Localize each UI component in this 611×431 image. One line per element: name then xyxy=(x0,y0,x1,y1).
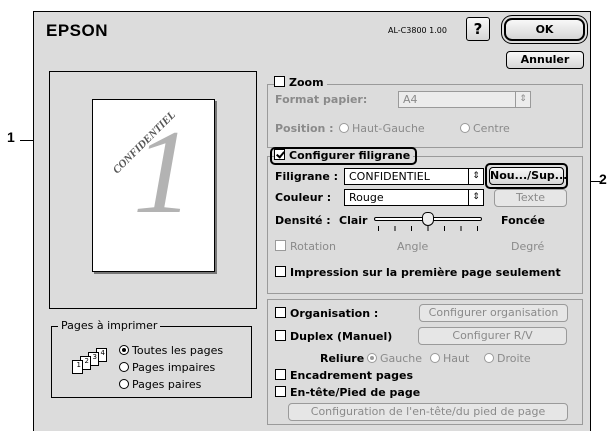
header-footer-checkbox-box xyxy=(275,386,286,397)
radio-top-left[interactable]: Haut-Gauche xyxy=(339,122,425,135)
border-pages-checkbox[interactable]: Encadrement pages xyxy=(275,369,413,382)
radio-binding-right[interactable]: Droite xyxy=(484,352,531,365)
first-page-only-checkbox[interactable]: Impression sur la première page seulemen… xyxy=(275,266,561,279)
reliure-label: Reliure xyxy=(320,352,365,365)
radio-all-pages[interactable]: Toutes les pages xyxy=(119,344,223,357)
densite-max-label: Foncée xyxy=(501,214,545,227)
slider-ticks xyxy=(378,226,478,231)
callout-2-highlight xyxy=(485,163,568,189)
callout-1-label: 1 xyxy=(7,129,15,145)
callout-1-highlight xyxy=(270,147,417,165)
header-footer-checkbox[interactable]: En-tête/Pied de page xyxy=(275,386,420,399)
callout-2-label: 2 xyxy=(599,171,607,187)
duplex-checkbox-box xyxy=(275,330,286,341)
densite-slider[interactable] xyxy=(374,210,482,232)
pages-group-title: Pages à imprimer xyxy=(58,319,161,332)
slider-thumb xyxy=(422,212,434,226)
filigrane-label: Filigrane : xyxy=(275,170,339,183)
first-page-only-checkbox-box xyxy=(275,266,286,277)
help-button[interactable]: ? xyxy=(466,17,490,41)
densite-label: Densité : xyxy=(275,214,331,227)
degre-label: Degré xyxy=(511,240,545,253)
format-label: Format papier: xyxy=(275,93,368,106)
radio-binding-left-icon xyxy=(367,353,377,363)
updown-arrow-icon: ⇕ xyxy=(515,92,530,107)
angle-label: Angle xyxy=(397,240,429,253)
organisation-checkbox[interactable]: Organisation : xyxy=(275,307,378,320)
radio-binding-left[interactable]: Gauche xyxy=(367,352,422,365)
pages-stack-icon: 4 3 2 1 xyxy=(72,348,114,376)
brand-logo: EPSON xyxy=(46,21,109,40)
configure-header-footer-button[interactable]: Configuration de l'en-tête/du pied de pa… xyxy=(288,403,568,421)
zoom-checkbox[interactable]: Zoom xyxy=(274,76,327,89)
radio-binding-top[interactable]: Haut xyxy=(430,352,469,365)
radio-all-pages-icon xyxy=(119,345,129,355)
densite-min-label: Clair xyxy=(339,214,368,227)
format-select[interactable]: A4 ⇕ xyxy=(398,91,531,108)
model-version: AL-C3800 1.00 xyxy=(388,26,447,35)
radio-center-icon xyxy=(460,123,470,133)
updown-arrow-icon: ⇕ xyxy=(468,169,483,184)
couleur-label: Couleur : xyxy=(275,191,332,204)
radio-top-left-icon xyxy=(339,123,349,133)
radio-center[interactable]: Centre xyxy=(460,122,510,135)
rotation-checkbox[interactable]: Rotation xyxy=(275,240,336,253)
couleur-select[interactable]: Rouge ⇕ xyxy=(344,189,484,206)
organisation-checkbox-box xyxy=(275,307,286,318)
rotation-checkbox-box xyxy=(275,240,286,251)
configure-organisation-button[interactable]: Configurer organisation xyxy=(419,304,568,322)
configure-duplex-button[interactable]: Configurer R/V xyxy=(418,327,567,345)
watermark-dialog: EPSON AL-C3800 1.00 ? OK Annuler 1 CONFI… xyxy=(33,11,591,431)
preview-page: 1 CONFIDENTIEL xyxy=(92,99,215,272)
cancel-button[interactable]: Annuler xyxy=(506,51,584,69)
preview-frame: 1 CONFIDENTIEL xyxy=(49,71,257,309)
filigrane-select[interactable]: CONFIDENTIEL ⇕ xyxy=(344,168,484,185)
border-pages-checkbox-box xyxy=(275,369,286,380)
duplex-checkbox[interactable]: Duplex (Manuel) xyxy=(275,330,392,343)
radio-binding-right-icon xyxy=(484,353,494,363)
radio-even-pages-icon xyxy=(119,379,129,389)
zoom-checkbox-box xyxy=(274,76,285,87)
radio-odd-pages-icon xyxy=(119,362,129,372)
radio-binding-top-icon xyxy=(430,353,440,363)
radio-even-pages[interactable]: Pages paires xyxy=(119,378,201,391)
position-label: Position : xyxy=(275,122,334,135)
texte-button[interactable]: Texte xyxy=(494,189,567,207)
updown-arrow-icon: ⇕ xyxy=(468,190,483,205)
ok-button[interactable]: OK xyxy=(504,18,585,41)
radio-odd-pages[interactable]: Pages impaires xyxy=(119,361,215,374)
help-icon: ? xyxy=(473,20,483,38)
